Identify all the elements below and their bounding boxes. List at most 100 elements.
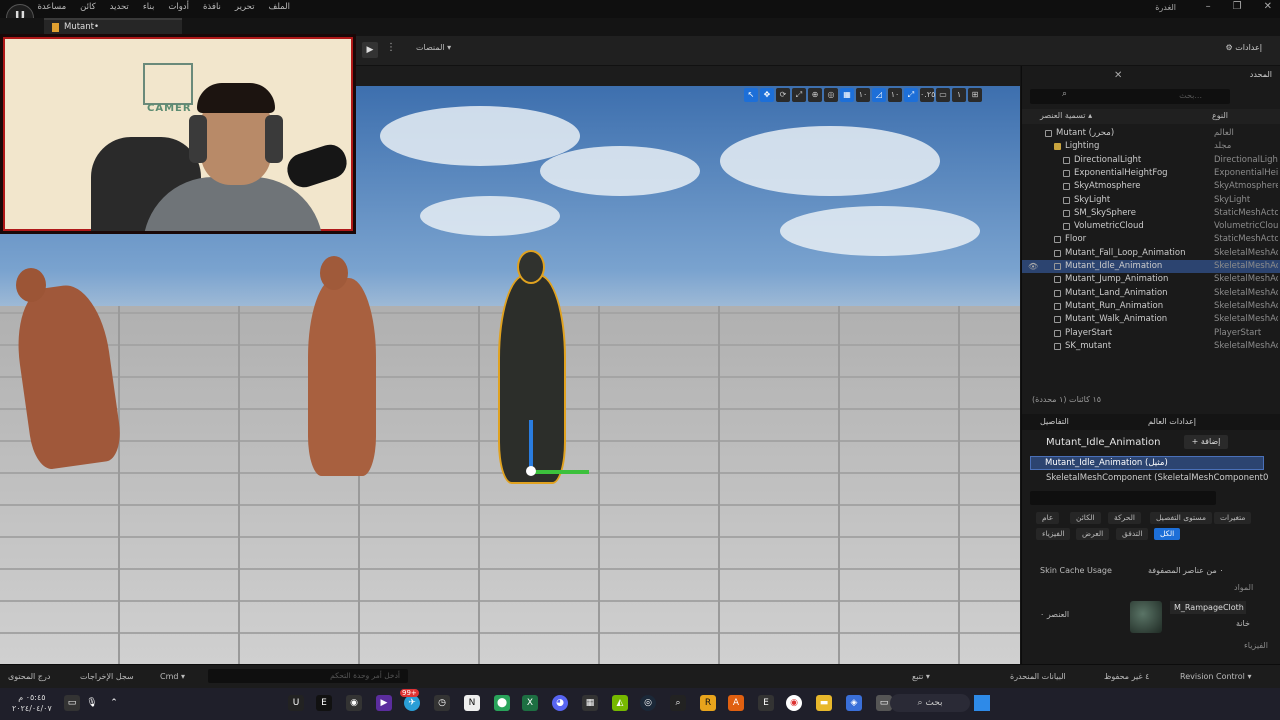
output-log-button[interactable]: سجل الإخراجات [80, 672, 134, 681]
microphone-icon[interactable]: 🎙 [84, 695, 100, 711]
epic-games-icon[interactable]: E [316, 695, 332, 711]
material-select[interactable]: M_RampageCloth [1170, 601, 1246, 614]
tab-world-settings[interactable]: إعدادات العالم [1148, 417, 1196, 426]
material-thumbnail[interactable] [1130, 601, 1162, 633]
details-search-input[interactable] [1030, 491, 1216, 505]
gizmo-y-axis[interactable] [533, 470, 589, 474]
move-tool-icon[interactable]: ✥ [760, 88, 774, 102]
outliner-row[interactable]: DirectionalLight DirectionalLight [1022, 154, 1280, 167]
discord-icon[interactable]: ◕ [552, 695, 568, 711]
outliner-row[interactable]: SkyLight SkyLight [1022, 194, 1280, 207]
grid-snap-icon[interactable]: ▦ [840, 88, 854, 102]
ai-app-icon[interactable]: A [728, 695, 744, 711]
notion-icon[interactable]: N [464, 695, 480, 711]
outliner-row[interactable]: SM_SkySphere StaticMeshActor [1022, 207, 1280, 220]
platforms-button[interactable]: المنصات ▾ [416, 43, 451, 52]
outliner-row[interactable]: SkyAtmosphere SkyAtmosphere [1022, 180, 1280, 193]
section-materials[interactable]: المواد [1234, 583, 1253, 592]
system-clock[interactable]: ٠٥:٤٥ م ٢٠٢٤/٠٤/٠٧ [12, 692, 52, 714]
tab-details[interactable]: التفاصيل [1040, 417, 1069, 426]
content-drawer-button[interactable]: درج المحتوى [8, 672, 50, 681]
app-icon[interactable]: ▶ [376, 695, 392, 711]
menu-help[interactable]: مساعدة [37, 2, 66, 12]
select-tool-icon[interactable]: ↖ [744, 88, 758, 102]
clock-app-icon[interactable]: ◷ [434, 695, 450, 711]
close-icon[interactable]: ✕ [1264, 1, 1272, 12]
trace-dropdown[interactable]: تتبع ▾ [912, 672, 930, 681]
filter-button[interactable]: مستوى التفصيل [1150, 512, 1212, 524]
menu-select[interactable]: تحديد [110, 2, 129, 12]
play-icon[interactable]: ▶ [362, 42, 378, 58]
filter-button[interactable]: عام [1036, 512, 1060, 524]
nvidia-icon[interactable]: ◭ [612, 695, 628, 711]
windows-start-icon[interactable] [974, 695, 990, 711]
menu-build[interactable]: بناء [143, 2, 155, 12]
folder-icon[interactable]: ▬ [816, 695, 832, 711]
outliner-row[interactable]: Floor StaticMeshActor [1022, 233, 1280, 246]
outliner-row[interactable]: Mutant_Fall_Loop_Animation SkeletalMeshAc [1022, 247, 1280, 260]
maximize-icon[interactable]: ❐ [1233, 1, 1242, 12]
grid-size-value[interactable]: ١٠ [856, 88, 870, 102]
revision-control-dropdown[interactable]: Revision Control ▾ [1180, 672, 1251, 681]
close-icon[interactable]: ✕ [1114, 70, 1122, 81]
outliner-row[interactable]: Lighting مجلد [1022, 140, 1280, 153]
store-icon[interactable]: ▦ [582, 695, 598, 711]
component-skeletal-mesh[interactable]: SkeletalMeshComponent (SkeletalMeshCompo… [1046, 473, 1268, 483]
filter-button[interactable]: التدفق [1116, 528, 1149, 540]
outliner-row[interactable]: Mutant_Land_Animation SkeletalMeshAc [1022, 287, 1280, 300]
camera-speed-value[interactable]: ١ [952, 88, 966, 102]
visibility-eye-icon[interactable]: 👁 [1028, 262, 1038, 271]
taskbar-search[interactable]: ⌕ بحث [890, 694, 970, 712]
viewport-layout-icon[interactable]: ⊞ [968, 88, 982, 102]
unreal-engine-icon[interactable]: U [288, 695, 304, 711]
chrome-icon[interactable]: ◉ [786, 695, 802, 711]
chevron-up-icon[interactable]: ⌃ [106, 695, 122, 711]
component-root-selected[interactable]: Mutant_Idle_Animation (مثيل) [1030, 456, 1264, 470]
rotate-snap-value[interactable]: ١٠ [888, 88, 902, 102]
filter-button[interactable]: الكل [1154, 528, 1181, 540]
search-app-icon[interactable]: ⌕ [670, 695, 686, 711]
camera-speed-icon[interactable]: ▭ [936, 88, 950, 102]
excel-icon[interactable]: X [522, 695, 538, 711]
scale-snap-icon[interactable]: ⤢ [904, 88, 918, 102]
telegram-icon[interactable]: ✈ [404, 695, 420, 711]
notifications-icon[interactable]: ▭ [64, 695, 80, 711]
outliner-row[interactable]: ExponentialHeightFog ExponentialHeigh [1022, 167, 1280, 180]
tab-outliner[interactable]: المحدد [1250, 70, 1272, 79]
section-physics[interactable]: الفيزياء [1244, 641, 1268, 650]
epic-launcher-icon[interactable]: E [758, 695, 774, 711]
filter-button[interactable]: الفيزياء [1036, 528, 1071, 540]
menu-file[interactable]: الملف [269, 2, 290, 12]
column-type[interactable]: النوع [1212, 111, 1228, 120]
github-icon[interactable]: ◉ [346, 695, 362, 711]
outliner-row[interactable]: Mutant_Jump_Animation SkeletalMeshAc [1022, 273, 1280, 286]
minimize-icon[interactable]: – [1206, 1, 1211, 12]
rockstar-icon[interactable]: R [700, 695, 716, 711]
rotate-tool-icon[interactable]: ⟳ [776, 88, 790, 102]
filter-button[interactable]: الحركة [1108, 512, 1141, 524]
settings-button[interactable]: ⚙ إعدادات [1226, 43, 1262, 52]
outliner-row[interactable]: Mutant (محرر) العالم [1022, 127, 1280, 140]
mutant-walk-character[interactable] [308, 278, 376, 476]
more-options-icon[interactable]: ⋮ [386, 42, 396, 53]
outliner-row[interactable]: Mutant_Run_Animation SkeletalMeshAc [1022, 300, 1280, 313]
surface-snap-icon[interactable]: ◎ [824, 88, 838, 102]
outliner-row[interactable]: 👁 Mutant_Idle_Animation SkeletalMeshAc [1022, 260, 1280, 273]
filter-button[interactable]: العرض [1076, 528, 1110, 540]
cmd-dropdown[interactable]: Cmd ▾ [160, 672, 185, 681]
outliner-row[interactable]: VolumetricCloud VolumetricCloud [1022, 220, 1280, 233]
scale-snap-value[interactable]: ٠.٢٥ [920, 88, 935, 102]
rotate-snap-icon[interactable]: ◿ [872, 88, 886, 102]
world-space-icon[interactable]: ⊕ [808, 88, 822, 102]
outliner-row[interactable]: Mutant_Walk_Animation SkeletalMeshAc [1022, 313, 1280, 326]
derived-data-button[interactable]: البيانات المنحدرة [1010, 672, 1066, 681]
gizmo-z-axis[interactable] [529, 420, 533, 472]
add-component-button[interactable]: + إضافة [1184, 435, 1228, 449]
outliner-row[interactable]: PlayerStart PlayerStart [1022, 327, 1280, 340]
menu-tools[interactable]: أدوات [168, 2, 189, 12]
outliner-row[interactable]: SK_mutant SkeletalMeshAc [1022, 340, 1280, 353]
filter-button[interactable]: الكائن [1070, 512, 1101, 524]
menu-actor[interactable]: كائن [80, 2, 95, 12]
copilot-icon[interactable]: ◈ [846, 695, 862, 711]
unsaved-assets-button[interactable]: ٤ غير محفوظ [1104, 672, 1149, 681]
